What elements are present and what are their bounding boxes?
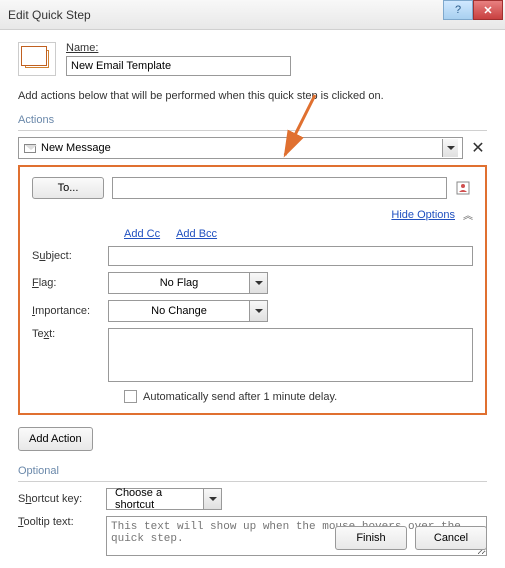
action-select[interactable]: New Message <box>18 137 463 159</box>
text-label: Text: <box>32 328 108 340</box>
add-cc-link[interactable]: Add Cc <box>124 228 160 240</box>
auto-send-checkbox[interactable] <box>124 390 137 403</box>
tooltip-label: Tooltip text: <box>18 516 94 528</box>
address-book-icon[interactable] <box>455 179 473 197</box>
action-details-panel: To... Hide Options ︽ Add Cc Add Bcc Subj… <box>18 165 487 415</box>
chevron-down-icon[interactable] <box>249 301 267 321</box>
name-label: Name: <box>66 42 291 54</box>
divider <box>18 130 487 131</box>
finish-button[interactable]: Finish <box>335 526 407 550</box>
to-button[interactable]: To... <box>32 177 104 199</box>
mail-icon <box>25 50 49 68</box>
hide-options-link[interactable]: Hide Options <box>391 209 455 221</box>
subject-label: Subject: <box>32 250 108 262</box>
envelope-icon <box>23 141 37 155</box>
add-bcc-link[interactable]: Add Bcc <box>176 228 217 240</box>
delete-action-button[interactable]: ✕ <box>469 139 487 157</box>
importance-value: No Change <box>109 305 249 317</box>
chevron-up-icon[interactable]: ︽ <box>463 207 473 222</box>
shortcut-select[interactable]: Choose a shortcut <box>106 488 222 510</box>
shortcut-value: Choose a shortcut <box>107 487 203 511</box>
shortcut-label: Shortcut key: <box>18 493 94 505</box>
add-action-button[interactable]: Add Action <box>18 427 93 451</box>
window-title: Edit Quick Step <box>8 8 91 22</box>
auto-send-label: Automatically send after 1 minute delay. <box>143 391 337 403</box>
chevron-down-icon[interactable] <box>249 273 267 293</box>
titlebar: Edit Quick Step ? ✕ <box>0 0 505 30</box>
flag-label: Flag: <box>32 277 108 289</box>
close-button[interactable]: ✕ <box>473 0 503 20</box>
name-input[interactable] <box>66 56 291 76</box>
chevron-down-icon[interactable] <box>203 489 221 509</box>
quickstep-icon[interactable] <box>18 42 56 76</box>
actions-section-label: Actions <box>18 114 487 126</box>
chevron-down-icon[interactable] <box>442 139 458 157</box>
importance-select[interactable]: No Change <box>108 300 268 322</box>
divider <box>18 481 487 482</box>
flag-value: No Flag <box>109 277 249 289</box>
help-button[interactable]: ? <box>443 0 473 20</box>
flag-select[interactable]: No Flag <box>108 272 268 294</box>
optional-section-label: Optional <box>18 465 487 477</box>
to-input[interactable] <box>112 177 447 199</box>
text-input[interactable] <box>108 328 473 382</box>
action-select-value: New Message <box>41 142 442 154</box>
instruction-text: Add actions below that will be performed… <box>18 90 487 102</box>
subject-input[interactable] <box>108 246 473 266</box>
importance-label: Importance: <box>32 305 108 317</box>
cancel-button[interactable]: Cancel <box>415 526 487 550</box>
